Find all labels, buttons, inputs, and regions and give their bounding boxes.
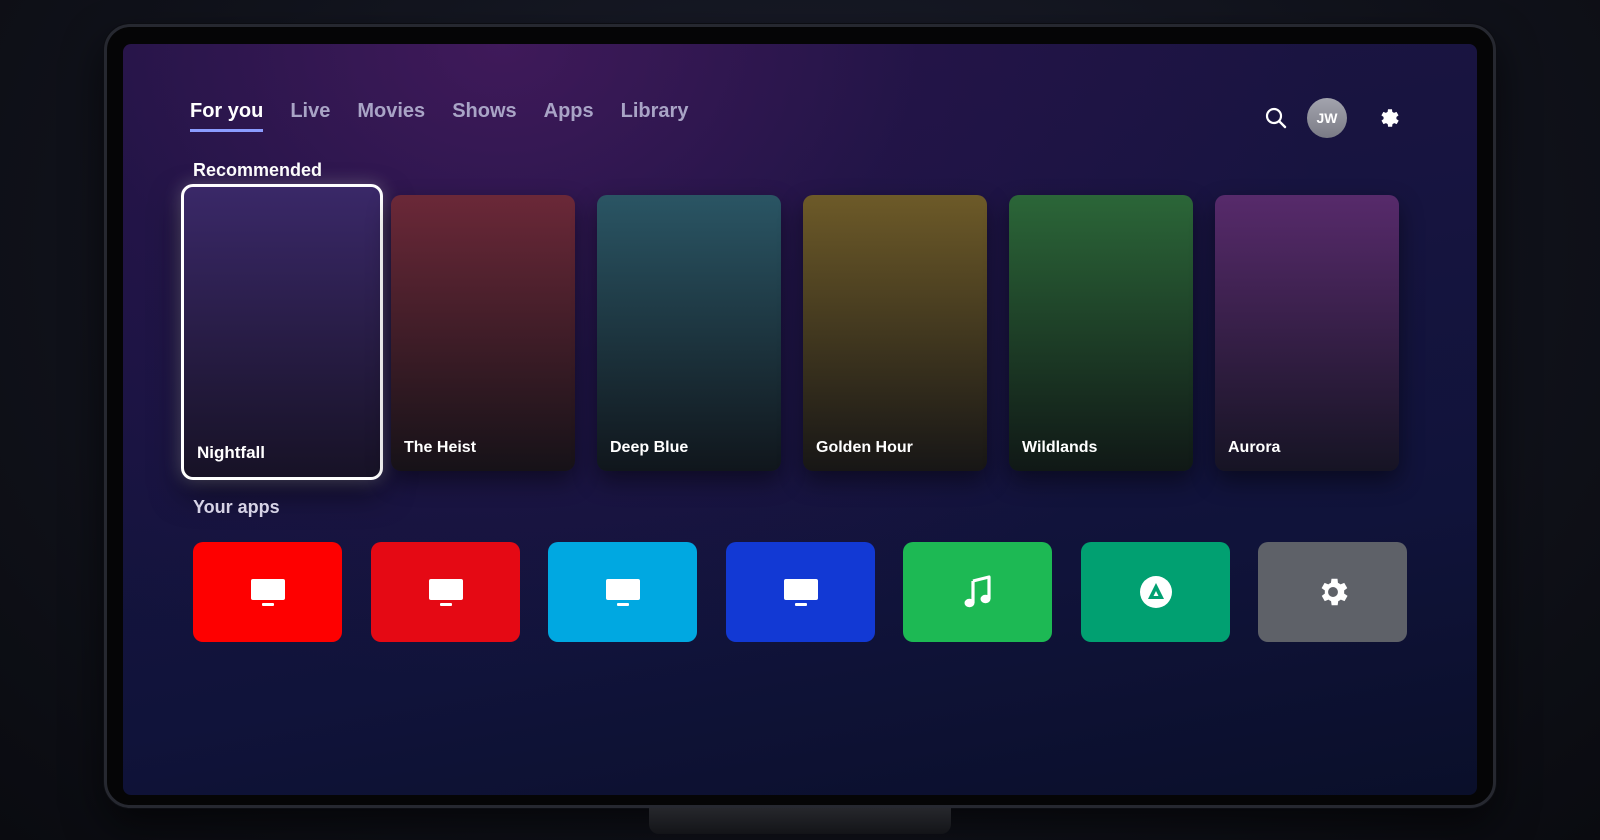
tab-shows[interactable]: Shows (452, 100, 516, 129)
poster-card[interactable]: The Heist (391, 195, 575, 471)
poster-card[interactable]: Wildlands (1009, 195, 1193, 471)
app-tile[interactable] (371, 542, 520, 642)
app-tile[interactable] (1258, 542, 1407, 642)
app-tile[interactable] (193, 542, 342, 642)
app-tile[interactable] (548, 542, 697, 642)
app-tile[interactable] (1081, 542, 1230, 642)
tv-icon (428, 579, 463, 606)
poster-title: Aurora (1228, 439, 1281, 456)
tab-library[interactable]: Library (621, 100, 689, 129)
tv-stand (649, 808, 951, 834)
poster-title: Deep Blue (610, 439, 689, 456)
top-nav: For you Live Movies Shows Apps Library (190, 100, 688, 132)
gear-icon (1321, 578, 1348, 606)
poster-card[interactable]: Deep Blue (597, 195, 781, 471)
tab-live[interactable]: Live (290, 100, 330, 129)
tv-icon (250, 579, 285, 606)
tv-icon (605, 579, 640, 606)
app-tile[interactable] (903, 542, 1052, 642)
tab-for-you[interactable]: For you (190, 100, 264, 132)
poster-title: Golden Hour (816, 439, 913, 456)
recommended-heading: Recommended (193, 160, 323, 180)
your-apps-heading: Your apps (193, 497, 280, 517)
app-tile[interactable] (726, 542, 875, 642)
settings-button[interactable] (1371, 100, 1407, 136)
header-actions: JW (1258, 98, 1407, 138)
music-note-icon (964, 575, 991, 608)
poster-title: Wildlands (1022, 439, 1098, 456)
search-icon (1265, 107, 1287, 129)
poster-title: The Heist (404, 439, 477, 456)
gear-icon (1381, 109, 1399, 127)
tab-movies[interactable]: Movies (357, 100, 425, 129)
poster-card[interactable]: Nightfall (181, 184, 383, 480)
tv-icon (783, 579, 818, 606)
avatar[interactable]: JW (1307, 98, 1347, 138)
poster-card[interactable]: Golden Hour (803, 195, 987, 471)
tab-apps[interactable]: Apps (544, 100, 594, 129)
tv-screen: For you Live Movies Shows Apps Library J… (123, 44, 1477, 795)
poster-card[interactable]: Aurora (1215, 195, 1399, 471)
search-button[interactable] (1258, 100, 1294, 136)
poster-title: Nightfall (197, 443, 265, 462)
store-icon (1139, 576, 1172, 608)
